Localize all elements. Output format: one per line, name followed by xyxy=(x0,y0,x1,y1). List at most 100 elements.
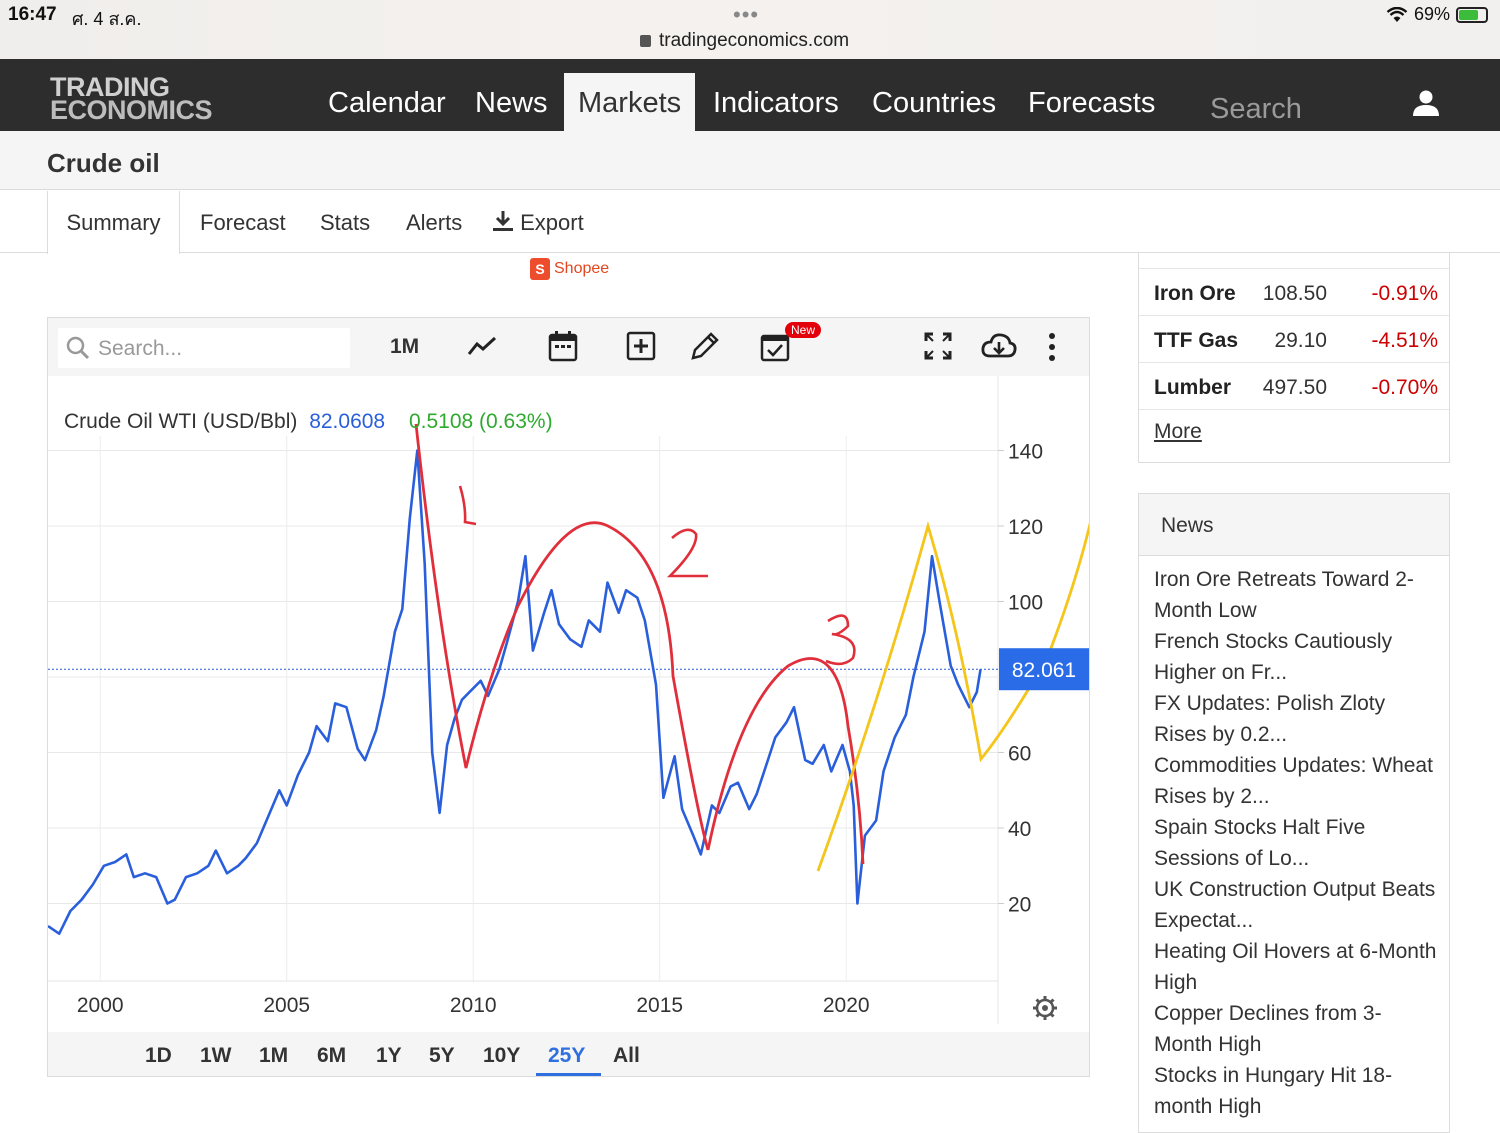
tab-summary[interactable]: Summary xyxy=(47,191,180,254)
price-chart[interactable]: 2000 2005 2010 2015 2020 20 40 60 100 120 140 1 2… xyxy=(48,376,1089,1032)
nav-search-input[interactable]: Search xyxy=(1202,89,1384,135)
news-item[interactable]: Copper Declines from 3-Month High xyxy=(1154,998,1439,1060)
annotation-red-curve-2 xyxy=(516,521,710,851)
search-icon xyxy=(66,336,90,360)
line-chart-icon[interactable] xyxy=(466,330,498,362)
chart-search-placeholder: Search... xyxy=(98,337,183,360)
y-tick-label: 100 xyxy=(1008,592,1043,615)
annotation-red-numeral-2-mark xyxy=(666,528,708,578)
chart-annotation-1: 1 xyxy=(452,513,453,515)
main-navbar: TRADING ECONOMICS Calendar News Markets … xyxy=(0,59,1500,135)
address-bar[interactable]: tradingeconomics.com xyxy=(640,30,849,52)
commodity-row[interactable]: Iron Ore 108.50 -0.91% xyxy=(1139,269,1449,316)
status-indicators: 69% xyxy=(1386,4,1488,25)
news-item[interactable]: FX Updates: Polish Zloty Rises by 0.2... xyxy=(1154,688,1439,750)
nav-forecasts[interactable]: Forecasts xyxy=(1014,73,1169,131)
commodity-price: 108.50 xyxy=(1262,282,1327,305)
nav-indicators[interactable]: Indicators xyxy=(699,73,853,131)
commodity-change: -0.70% xyxy=(1371,376,1438,399)
nav-markets[interactable]: Markets xyxy=(564,73,696,131)
commodity-price: 497.50 xyxy=(1262,376,1327,399)
last-value-label: 82.061 xyxy=(1012,659,1076,682)
range-1d[interactable]: 1D xyxy=(145,1044,172,1068)
nav-countries[interactable]: Countries xyxy=(858,73,1010,131)
chart-panel: Search... 1M New 2000 2005 2010 2015 2020 20… xyxy=(47,317,1090,1077)
y-tick-label: 120 xyxy=(1008,516,1043,539)
commodity-name: TTF Gas xyxy=(1154,329,1239,352)
cloud-download-icon[interactable] xyxy=(981,330,1017,362)
news-item[interactable]: Iron Ore Retreats Toward 2-Month Low xyxy=(1154,564,1439,626)
page-title: Crude oil xyxy=(47,148,160,178)
nav-calendar[interactable]: Calendar xyxy=(314,73,460,131)
chart-header: Crude Oil WTI (USD/Bbl) 82.0608 0.5108 (… xyxy=(64,410,553,433)
range-10y[interactable]: 10Y xyxy=(483,1044,520,1068)
add-indicator-icon[interactable] xyxy=(626,330,656,362)
x-tick-label: 2005 xyxy=(263,994,310,1017)
sub-tabs: Summary Forecast Stats Alerts Export xyxy=(0,191,1500,254)
site-logo[interactable]: TRADING ECONOMICS xyxy=(50,74,213,125)
lock-icon xyxy=(640,35,651,47)
y-tick-label: 20 xyxy=(1008,894,1031,917)
news-item[interactable]: French Stocks Cautiously Higher on Fr... xyxy=(1154,626,1439,688)
news-item[interactable]: Stocks in Hungary Hit 18-month High xyxy=(1154,1060,1439,1122)
range-active-underline xyxy=(536,1073,601,1076)
x-tick-label: 2000 xyxy=(77,994,124,1017)
range-25y[interactable]: 25Y xyxy=(548,1044,585,1068)
more-options-icon[interactable] xyxy=(1044,330,1060,362)
user-icon[interactable] xyxy=(1412,89,1440,117)
tab-export[interactable]: Export xyxy=(492,191,584,253)
chart-search-input[interactable]: Search... xyxy=(58,328,350,368)
more-dots-icon[interactable]: ••• xyxy=(733,2,759,28)
x-tick-label: 2010 xyxy=(450,994,497,1017)
commodity-name: Lumber xyxy=(1154,376,1232,399)
commodities-more-link[interactable]: More xyxy=(1154,420,1202,444)
nav-news[interactable]: News xyxy=(461,73,562,131)
range-6m[interactable]: 6M xyxy=(317,1044,346,1068)
tab-alerts[interactable]: Alerts xyxy=(406,191,462,253)
calendar-icon[interactable] xyxy=(548,330,578,362)
last-value-tag: 82.061 xyxy=(999,648,1089,691)
battery-percent: 69% xyxy=(1413,4,1450,24)
commodity-change: -4.51% xyxy=(1371,329,1438,352)
chart-toolbar: Search... 1M New xyxy=(48,318,1089,376)
chart-settings-gear-icon[interactable] xyxy=(1033,996,1057,1020)
status-date: ศ. 4 ส.ค. xyxy=(72,9,142,29)
news-heading: News xyxy=(1139,494,1449,556)
commodity-row-cut xyxy=(1139,253,1449,269)
pencil-icon[interactable] xyxy=(689,330,719,362)
fullscreen-icon[interactable] xyxy=(923,330,953,362)
logo-line2: ECONOMICS xyxy=(50,95,213,125)
chart-grid xyxy=(48,376,999,1024)
shopee-label: Shopee xyxy=(554,260,610,277)
tab-forecast[interactable]: Forecast xyxy=(200,191,286,253)
y-tick-label: 140 xyxy=(1008,441,1043,464)
commodities-panel: Iron Ore 108.50 -0.91% TTF Gas 29.10 -4.… xyxy=(1138,253,1450,463)
page-title-bar: Crude oil xyxy=(0,131,1500,190)
news-item[interactable]: UK Construction Output Beats Expectat... xyxy=(1154,874,1439,936)
range-all[interactable]: All xyxy=(613,1044,640,1068)
chart-annotation-3: 3 xyxy=(828,645,829,647)
range-1y[interactable]: 1Y xyxy=(376,1044,402,1068)
news-item[interactable]: Commodities Updates: Wheat Rises by 2... xyxy=(1154,750,1439,812)
commodity-row[interactable]: Lumber 497.50 -0.70% xyxy=(1139,363,1449,410)
news-item[interactable]: Heating Oil Hovers at 6-Month High xyxy=(1154,936,1439,998)
commodity-change: -0.91% xyxy=(1371,282,1438,305)
news-item[interactable]: Spain Stocks Halt Five Sessions of Lo... xyxy=(1154,812,1439,874)
new-badge: New xyxy=(785,322,822,338)
range-1w[interactable]: 1W xyxy=(200,1044,232,1068)
annotation-red-curve-3 xyxy=(706,657,865,865)
x-axis: 2000 2005 2010 2015 2020 xyxy=(77,994,870,1017)
range-5y[interactable]: 5Y xyxy=(429,1044,455,1068)
range-1m[interactable]: 1M xyxy=(259,1044,288,1068)
battery-icon xyxy=(1456,6,1488,23)
chart-instrument-name: Crude Oil WTI (USD/Bbl) xyxy=(64,410,297,433)
tab-stats[interactable]: Stats xyxy=(320,191,370,253)
news-list: Iron Ore Retreats Toward 2-Month Low Fren… xyxy=(1154,564,1439,1122)
ios-status-bar: 16:47 ศ. 4 ส.ค. ••• tradingeconomics.com… xyxy=(0,0,1500,59)
calendar-check-icon[interactable] xyxy=(760,330,790,362)
x-tick-label: 2020 xyxy=(823,994,870,1017)
interval-button[interactable]: 1M xyxy=(390,335,419,359)
shopee-ad[interactable]: S Shopee xyxy=(530,258,609,280)
commodity-row[interactable]: TTF Gas 29.10 -4.51% xyxy=(1139,316,1449,363)
url-text: tradingeconomics.com xyxy=(659,30,850,51)
